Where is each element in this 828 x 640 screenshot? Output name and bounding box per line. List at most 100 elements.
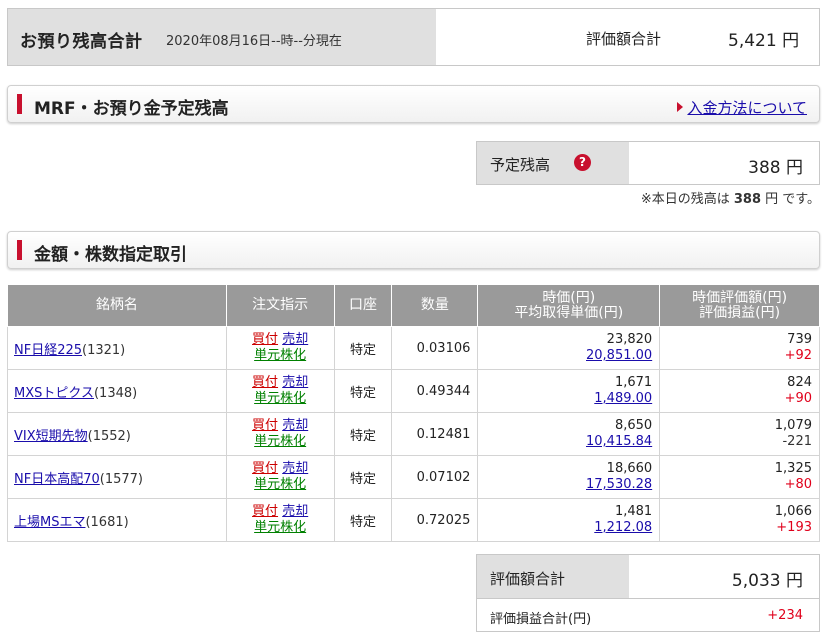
header-eval: 時価評価額(円) 評価損益(円) [659, 284, 820, 327]
stock-link[interactable]: MXSトピクス [14, 386, 94, 401]
sell-link[interactable]: 売却 [282, 418, 308, 433]
stock-name-cell: 上場MSエマ(1681) [7, 498, 227, 542]
balance-as-of-date: 2020年08月16日--時--分現在 [166, 34, 342, 49]
header-order: 注文指示 [225, 284, 335, 327]
current-price: 1,671 [614, 375, 653, 390]
table-row: VIX短期先物(1552) 買付 売却 単元株化 特定 0.12481 8,650… [7, 412, 820, 456]
avg-cost-link[interactable]: 1,212.08 [594, 520, 652, 535]
sell-link[interactable]: 売却 [282, 332, 308, 347]
current-price: 8,650 [614, 418, 653, 433]
table-row: NF日本高配70(1577) 買付 売却 単元株化 特定 0.07102 18,6… [7, 455, 820, 499]
totals-eval-row: 評価額合計 5,033 円 [477, 555, 819, 599]
table-row: MXSトピクス(1348) 買付 売却 単元株化 特定 0.49344 1,671… [7, 369, 820, 413]
quantity: 0.72025 [391, 498, 479, 542]
note-suffix: 円 です。 [765, 192, 820, 207]
today-balance-note: ※本日の残高は 388 円 です。 [641, 188, 820, 207]
eval-cell: 739 +92 [659, 326, 820, 370]
total-eval-label: 評価額合計 [586, 30, 662, 48]
account-type: 特定 [333, 498, 393, 542]
header-price-line2: 平均取得単価(円) [514, 304, 624, 321]
account-type: 特定 [333, 326, 393, 370]
price-cell: 18,660 17,530.28 [477, 455, 661, 499]
stock-code: (1552) [87, 428, 131, 444]
deposit-method-link-wrap[interactable]: 入金方法について [677, 97, 807, 118]
order-actions-cell: 買付 売却 単元株化 [225, 455, 335, 499]
table-row: NF日経225(1321) 買付 売却 単元株化 特定 0.03106 23,82… [7, 326, 820, 370]
triangle-right-icon [677, 102, 684, 112]
avg-cost-link[interactable]: 17,530.28 [586, 477, 652, 492]
scheduled-balance-label-cell: 予定残高 ? [477, 142, 629, 184]
section-accent-bar [17, 94, 22, 114]
avg-cost-link[interactable]: 20,851.00 [586, 348, 652, 363]
eval-cell: 1,325 +80 [659, 455, 820, 499]
sell-link[interactable]: 売却 [282, 461, 308, 476]
profit-loss: +80 [784, 477, 812, 492]
unit-share-link[interactable]: 単元株化 [254, 348, 306, 363]
header-eval-line1: 時価評価額(円) [692, 289, 788, 306]
stock-code: (1577) [99, 471, 143, 487]
eval-cell: 824 +90 [659, 369, 820, 413]
header-eval-line2: 評価損益(円) [699, 304, 781, 321]
current-price: 1,481 [614, 504, 653, 519]
section-accent-bar [17, 240, 22, 260]
scheduled-balance-value: 388 円 [748, 158, 803, 178]
buy-link[interactable]: 買付 [252, 375, 278, 390]
stock-link[interactable]: NF日経225 [14, 343, 82, 358]
unit-share-link[interactable]: 単元株化 [254, 477, 306, 492]
stock-code: (1681) [85, 514, 129, 530]
buy-link[interactable]: 買付 [252, 461, 278, 476]
sell-link[interactable]: 売却 [282, 504, 308, 519]
unit-share-link[interactable]: 単元株化 [254, 391, 306, 406]
price-cell: 1,481 1,212.08 [477, 498, 661, 542]
scheduled-balance-box: 予定残高 ? 388 円 [476, 141, 820, 185]
totals-pl-label: 評価損益合計(円) [490, 612, 592, 627]
order-actions-cell: 買付 売却 単元株化 [225, 412, 335, 456]
unit-share-link[interactable]: 単元株化 [254, 520, 306, 535]
price-cell: 23,820 20,851.00 [477, 326, 661, 370]
eval-cell: 1,066 +193 [659, 498, 820, 542]
quantity: 0.49344 [391, 369, 479, 413]
sell-link[interactable]: 売却 [282, 375, 308, 390]
totals-eval-value: 5,033 円 [731, 571, 803, 591]
mrf-section-header: MRF・お預り金予定残高 入金方法について [7, 85, 820, 123]
order-actions-cell: 買付 売却 単元株化 [225, 326, 335, 370]
trade-section-header: 金額・株数指定取引 [7, 231, 820, 269]
account-type: 特定 [333, 369, 393, 413]
profit-loss: -221 [782, 434, 812, 449]
question-circle-icon[interactable]: ? [574, 154, 591, 171]
total-eval-value: 5,421 円 [728, 31, 800, 51]
order-actions-cell: 買付 売却 単元株化 [225, 498, 335, 542]
avg-cost-link[interactable]: 1,489.00 [594, 391, 652, 406]
stock-link[interactable]: NF日本高配70 [14, 472, 100, 487]
stock-code: (1348) [93, 385, 138, 401]
quantity: 0.12481 [391, 412, 479, 456]
market-value: 1,066 [774, 504, 812, 519]
balance-summary-bar: お預り残高合計 2020年08月16日--時--分現在 評価額合計 5,421 … [7, 8, 820, 66]
buy-link[interactable]: 買付 [252, 332, 278, 347]
note-amount: 388 [733, 192, 762, 207]
quantity: 0.03106 [391, 326, 479, 370]
stock-link[interactable]: 上場MSエマ [14, 515, 85, 530]
table-row: 上場MSエマ(1681) 買付 売却 単元株化 特定 0.72025 1,481 1… [7, 498, 820, 542]
header-account: 口座 [333, 284, 393, 327]
order-actions-cell: 買付 売却 単元株化 [225, 369, 335, 413]
buy-link[interactable]: 買付 [252, 418, 278, 433]
unit-share-link[interactable]: 単元株化 [254, 434, 306, 449]
avg-cost-link[interactable]: 10,415.84 [586, 434, 652, 449]
quantity: 0.07102 [391, 455, 479, 499]
trade-section-title: 金額・株数指定取引 [34, 245, 187, 265]
totals-eval-label-cell: 評価額合計 [477, 555, 629, 598]
current-price: 18,660 [606, 461, 653, 476]
deposit-method-link[interactable]: 入金方法について [687, 99, 807, 117]
stock-code: (1321) [82, 342, 126, 358]
totals-pl-value: +234 [767, 608, 803, 623]
profit-loss: +90 [784, 391, 812, 406]
price-cell: 8,650 10,415.84 [477, 412, 661, 456]
buy-link[interactable]: 買付 [252, 504, 278, 519]
market-value: 739 [787, 332, 812, 347]
stock-link[interactable]: VIX短期先物 [14, 429, 88, 444]
header-price: 時価(円) 平均取得単価(円) [477, 284, 661, 327]
holdings-header-row: 銘柄名 注文指示 口座 数量 時価(円) 平均取得単価(円) 時価評価額(円) … [7, 284, 820, 327]
account-type: 特定 [333, 455, 393, 499]
header-price-line1: 時価(円) [542, 289, 596, 306]
